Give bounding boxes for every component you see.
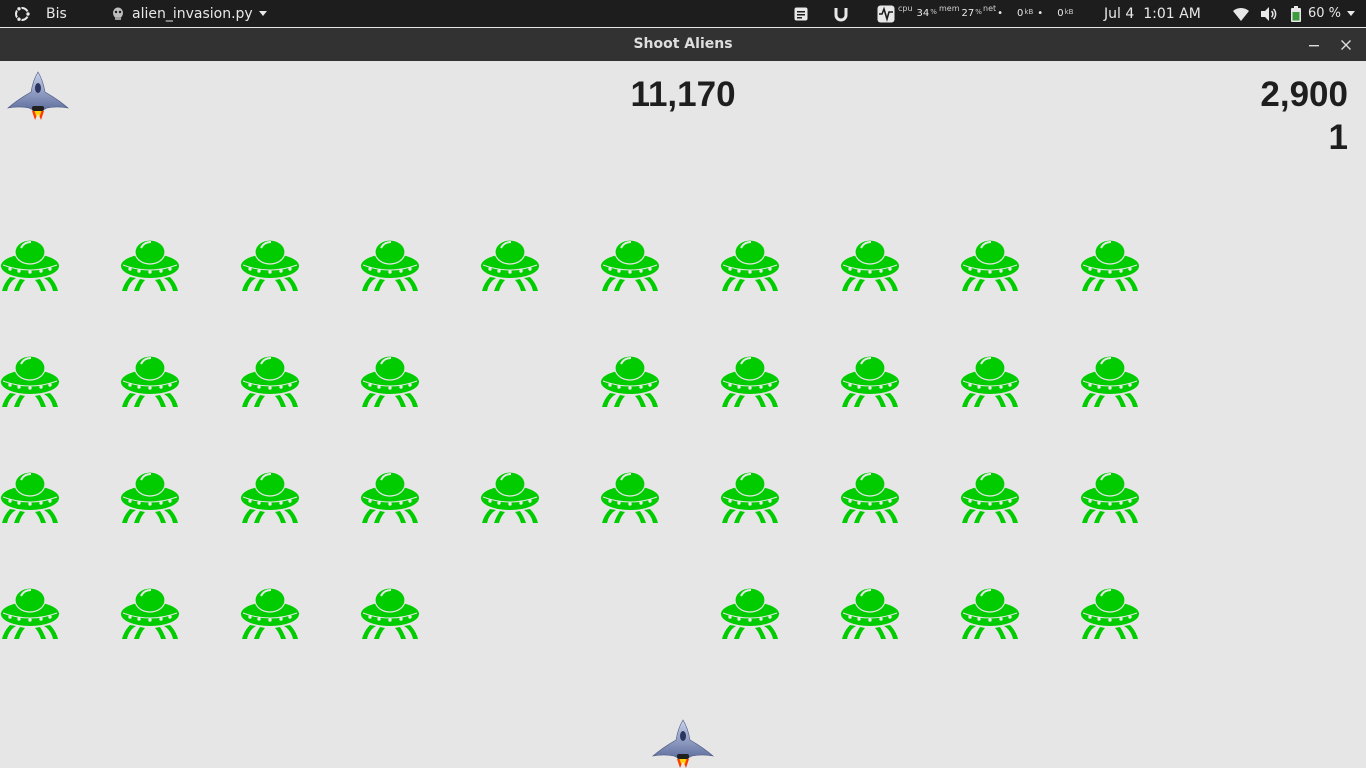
top-panel: Bis alien_invasion.py cpu 34% mem 27 % n…	[0, 0, 1366, 27]
alien-ship	[240, 471, 300, 524]
clock[interactable]: Jul 4 1:01 AM	[1104, 0, 1201, 27]
net-label: net	[983, 4, 997, 13]
alien-ship	[360, 355, 420, 408]
alien-ship	[720, 239, 780, 292]
mem-readout: mem 27%	[938, 0, 982, 27]
alien-ship	[0, 355, 60, 408]
alien-ship	[1080, 587, 1140, 640]
alien-ship	[120, 471, 180, 524]
alien-ship	[840, 239, 900, 292]
alien-ship	[240, 355, 300, 408]
alien-ship	[1080, 239, 1140, 292]
battery-indicator[interactable]: 60 %	[1290, 0, 1356, 27]
app-menu[interactable]: alien_invasion.py	[110, 0, 267, 27]
net-up-unit: kB	[1064, 7, 1074, 16]
mem-value: 27	[961, 8, 975, 19]
alien-ship	[360, 239, 420, 292]
alien-ship	[600, 471, 660, 524]
date-label: Jul 4	[1104, 5, 1135, 22]
magnet-icon[interactable]	[833, 0, 849, 27]
battery-icon	[1291, 5, 1301, 22]
game-canvas[interactable]: 11,170 2,900 1	[0, 61, 1366, 768]
window-title: Shoot Aliens	[633, 36, 733, 52]
alien-ship	[240, 239, 300, 292]
system-monitor-icon[interactable]	[877, 0, 895, 27]
alien-ship	[840, 355, 900, 408]
mem-label: mem	[939, 4, 960, 13]
alien-ship	[960, 239, 1020, 292]
alien-ship	[360, 471, 420, 524]
minimize-icon	[1309, 45, 1319, 47]
chevron-down-icon	[258, 11, 267, 16]
net-down-value: 0	[1017, 8, 1024, 19]
alien-ship	[360, 587, 420, 640]
alien-ship	[120, 587, 180, 640]
alien-ship	[720, 587, 780, 640]
player-ship[interactable]	[652, 718, 714, 768]
time-label: 1:01 AM	[1143, 5, 1201, 22]
cpu-value: 34	[916, 8, 930, 19]
level-display: 1	[1328, 118, 1348, 157]
notes-icon[interactable]	[793, 0, 809, 27]
alien-ship	[0, 587, 60, 640]
alien-ship	[960, 471, 1020, 524]
net-up-value: 0	[1057, 8, 1064, 19]
alien-ship	[0, 239, 60, 292]
alien-ship	[840, 587, 900, 640]
close-button[interactable]	[1335, 34, 1357, 56]
alien-ship	[240, 587, 300, 640]
alien-ship	[120, 355, 180, 408]
workspace-label[interactable]: Bis	[46, 0, 67, 27]
alien-ship	[1080, 471, 1140, 524]
lives-ship-icon	[7, 71, 69, 120]
ubuntu-logo-icon[interactable]	[12, 0, 32, 27]
mem-unit: %	[975, 7, 982, 16]
cpu-label: cpu	[898, 4, 913, 13]
python-app-icon	[113, 7, 123, 20]
chevron-down-icon	[1347, 11, 1356, 16]
alien-ship	[0, 471, 60, 524]
alien-ship	[600, 355, 660, 408]
window-titlebar[interactable]: Shoot Aliens	[0, 28, 1366, 61]
high-score-display: 2,900	[1260, 75, 1348, 114]
net-readout: net • 0 kB • 0 kB	[983, 4, 1074, 19]
alien-ship	[840, 471, 900, 524]
alien-ship	[960, 587, 1020, 640]
volume-icon[interactable]	[1260, 0, 1278, 27]
alien-ship	[120, 239, 180, 292]
battery-label: 60 %	[1308, 6, 1342, 21]
net-down-unit: kB	[1024, 7, 1034, 16]
alien-ship	[720, 355, 780, 408]
score-display: 11,170	[630, 75, 736, 114]
alien-ship	[1080, 355, 1140, 408]
alien-ship	[600, 239, 660, 292]
cpu-unit: %	[930, 7, 937, 16]
alien-ship	[960, 355, 1020, 408]
alien-ship	[480, 471, 540, 524]
app-menu-label: alien_invasion.py	[132, 5, 253, 22]
close-icon	[1341, 40, 1351, 50]
cpu-readout: cpu 34%	[897, 0, 937, 27]
alien-ship	[480, 239, 540, 292]
wifi-icon[interactable]	[1232, 0, 1250, 27]
alien-ship	[720, 471, 780, 524]
minimize-button[interactable]	[1303, 34, 1325, 56]
